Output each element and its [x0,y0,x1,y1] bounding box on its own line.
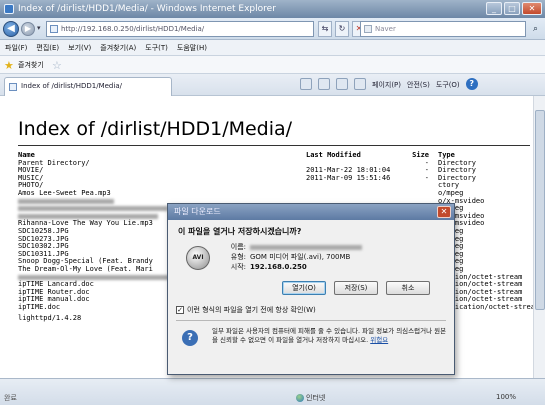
recent-pages-dropdown-icon[interactable]: ▾ [37,24,41,32]
help-icon[interactable]: ? [465,78,478,90]
dialog-buttons: 열기(O) 저장(S) 취소 [282,281,430,295]
page-menu[interactable]: 페이지(P) [372,78,401,92]
cancel-button[interactable]: 취소 [386,281,430,295]
file-from-label: 시작: [230,263,246,271]
file-name-redacted [250,244,362,250]
window-title: Index of /dirlist/HDD1/Media/ - Windows … [18,4,276,14]
file-type-label: 유형: [230,253,246,261]
file-name-redacted[interactable] [18,213,158,219]
url-text: http://192.168.0.250/dirlist/HDD1/Media/ [61,25,205,33]
tab-label: Index of /dirlist/HDD1/Media/ [21,82,122,90]
save-button[interactable]: 저장(S) [334,281,378,295]
security-warning: 일부 파일은 사용자의 컴퓨터에 피해를 줄 수 있습니다. 파일 정보가 의심… [212,327,448,344]
file-name[interactable]: ipTIME.doc [18,303,60,312]
tab-current[interactable]: Index of /dirlist/HDD1/Media/ [4,77,172,96]
page-icon [9,83,17,91]
media-file-icon: AVI [186,246,210,270]
back-button[interactable]: ◀ [3,21,19,37]
address-bar: ◀ ▶ ▾ http://192.168.0.250/dirlist/HDD1/… [0,18,545,40]
address-tools: ⇆ ↻ ✕ [318,21,366,37]
file-name-redacted[interactable] [18,274,178,280]
internet-zone-icon [296,394,304,402]
listing-row[interactable]: MUSIC/2011-Mar-09 15:51:46- Directory [18,173,538,183]
minimize-button[interactable]: _ [486,2,502,15]
file-download-dialog: 파일 다운로드 ✕ 이 파일을 열거나 저장하시겠습니까? AVI 이름: 유형… [167,203,455,375]
url-input[interactable]: http://192.168.0.250/dirlist/HDD1/Media/ [46,21,314,37]
open-button[interactable]: 열기(O) [282,281,326,295]
search-provider-icon [364,25,372,33]
search-input[interactable]: Naver [360,21,526,37]
safety-menu[interactable]: 안전(S) [407,78,430,92]
print-icon[interactable] [354,78,366,90]
file-size: - [424,173,429,182]
server-signature: lighttpd/1.4.28 [18,314,82,323]
zone-label: 인터넷 [306,394,326,402]
menu-view[interactable]: 보기(V) [68,40,91,55]
file-name-label: 이름: [230,243,246,251]
menu-edit[interactable]: 편집(E) [36,40,59,55]
favorites-bar: ★ 즐겨찾기 ☆ [0,56,545,74]
compatibility-view-icon[interactable]: ⇆ [318,21,332,37]
maximize-button[interactable]: □ [504,2,520,15]
file-name[interactable]: Amos Lee-Sweet Pea.mp3 [18,189,111,198]
always-ask-checkbox[interactable]: ✓ 이런 형식의 파일을 열기 전에 항상 확인(W) [176,305,316,315]
close-button[interactable]: ✕ [522,2,542,15]
checkbox-checked-icon[interactable]: ✓ [176,306,184,314]
tools-menu[interactable]: 도구(O) [436,78,460,92]
risk-info-link[interactable]: 위험요 [370,336,388,344]
file-name[interactable]: The Dream-Ol-My Love (Feat. Mari [18,265,153,274]
refresh-icon[interactable]: ↻ [335,21,349,37]
menu-tools[interactable]: 도구(T) [145,40,168,55]
status-bar: 완료 인터넷 100% [0,378,545,405]
file-name-redacted[interactable] [18,198,114,204]
window-title-bar: Index of /dirlist/HDD1/Media/ - Windows … [0,0,545,18]
tab-bar: Index of /dirlist/HDD1/Media/ 페이지(P) 안전(… [0,74,545,96]
zoom-level[interactable]: 100% [496,393,516,401]
column-modified-header[interactable]: Last Modified [306,151,361,160]
last-modified: 2011-Mar-09 15:51:46 [306,173,391,182]
menu-help[interactable]: 도움말(H) [177,40,207,55]
security-warning-icon: ? [182,330,198,346]
vertical-scrollbar[interactable] [533,96,545,378]
menu-favorites[interactable]: 즐겨찾기(A) [100,40,136,55]
page-icon [50,25,58,33]
window-controls: _ □ ✕ [486,2,542,15]
dialog-separator [176,320,446,321]
warning-text: 일부 파일은 사용자의 컴퓨터에 피해를 줄 수 있습니다. 파일 정보가 의심… [212,327,447,344]
add-to-favorites-icon[interactable]: ☆ [52,57,62,75]
file-info: 이름: 유형: GOM 미디어 파일(.avi), 700MB 시작: 192.16… [224,242,362,272]
feeds-icon[interactable] [318,78,330,90]
file-type-value: GOM 미디어 파일(.avi), 700MB [250,253,351,261]
title-divider [18,145,530,146]
menu-bar: 파일(F) 편집(E) 보기(V) 즐겨찾기(A) 도구(T) 도움말(H) [0,40,545,56]
status-text: 완료 [4,394,17,402]
mail-icon[interactable] [336,78,348,90]
favorites-label[interactable]: 즐겨찾기 [18,56,44,74]
file-name-redacted[interactable] [18,206,168,212]
file-from-value: 192.168.0.250 [250,263,307,271]
dialog-question: 이 파일을 열거나 저장하시겠습니까? [178,227,302,236]
home-icon[interactable] [300,78,312,90]
internet-explorer-icon [4,4,14,14]
menu-file[interactable]: 파일(F) [5,40,27,55]
dialog-title: 파일 다운로드 [174,207,221,216]
security-zone: 인터넷 [296,393,325,403]
search-icon[interactable]: ⌕ [528,21,543,37]
page-title: Index of /dirlist/HDD1/Media/ [18,118,293,140]
search-placeholder: Naver [375,25,396,33]
always-ask-label: 이런 형식의 파일을 열기 전에 항상 확인(W) [187,306,316,314]
scrollbar-thumb[interactable] [535,110,545,310]
command-bar: 페이지(P) 안전(S) 도구(O) ? [300,78,478,92]
favorites-star-icon[interactable]: ★ [4,57,14,75]
dialog-title-bar: 파일 다운로드 ✕ [168,204,454,220]
dialog-close-button[interactable]: ✕ [437,206,451,218]
forward-button[interactable]: ▶ [21,22,35,36]
